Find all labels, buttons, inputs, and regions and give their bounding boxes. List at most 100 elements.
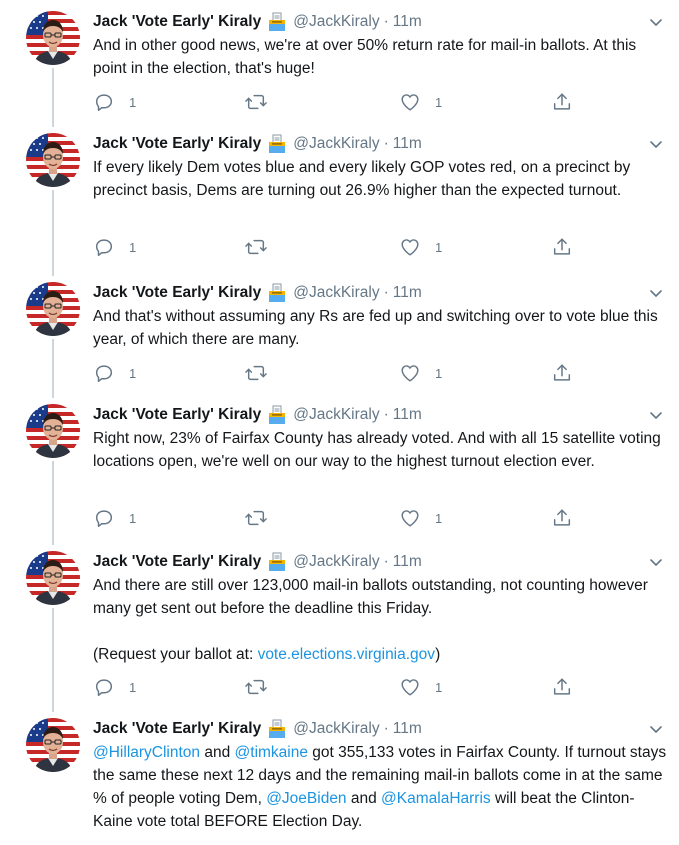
- avatar[interactable]: [26, 133, 80, 187]
- author-handle[interactable]: @JackKiraly: [293, 718, 379, 740]
- author-handle[interactable]: @JackKiraly: [293, 551, 379, 573]
- author-handle[interactable]: @JackKiraly: [293, 404, 379, 426]
- avatar[interactable]: [26, 551, 80, 605]
- like-button[interactable]: 1: [399, 362, 442, 384]
- separator-dot: ·: [383, 13, 389, 30]
- timestamp[interactable]: 11m: [393, 551, 422, 573]
- author-name[interactable]: Jack 'Vote Early' Kiraly: [93, 11, 261, 33]
- share-icon: [553, 364, 571, 381]
- share-button[interactable]: [551, 507, 573, 529]
- timestamp[interactable]: 11m: [393, 11, 422, 33]
- reply-count: 1: [129, 365, 137, 381]
- reply-icon: [95, 679, 113, 696]
- tweet-header: Jack 'Vote Early' Kiraly @JackKiraly · 11m: [93, 404, 422, 426]
- reply-count: 1: [129, 679, 137, 695]
- tweet-actions: 11: [93, 91, 573, 113]
- name-emoji: [267, 12, 287, 32]
- share-button[interactable]: [551, 236, 573, 258]
- name-emoji: [267, 405, 287, 425]
- reply-button[interactable]: 1: [93, 676, 136, 698]
- like-button[interactable]: 1: [399, 676, 442, 698]
- author-name[interactable]: Jack 'Vote Early' Kiraly: [93, 718, 261, 740]
- avatar[interactable]: [26, 404, 80, 458]
- name-emoji: [267, 134, 287, 154]
- mention-link[interactable]: @HillaryClinton: [93, 744, 200, 761]
- share-button[interactable]: [551, 91, 573, 113]
- like-icon: [401, 510, 419, 527]
- like-button[interactable]: 1: [399, 236, 442, 258]
- text-segment: and: [346, 790, 382, 807]
- like-button[interactable]: 1: [399, 91, 442, 113]
- timestamp[interactable]: 11m: [393, 718, 422, 740]
- avatar[interactable]: [26, 282, 80, 336]
- retweet-icon: [245, 679, 267, 695]
- like-button[interactable]: 1: [399, 507, 442, 529]
- separator-dot: ·: [383, 406, 389, 423]
- reply-button[interactable]: 1: [93, 362, 136, 384]
- mention-link[interactable]: @KamalaHarris: [381, 790, 491, 807]
- text-segment: And there are still over 123,000 mail-in…: [93, 577, 648, 617]
- tweet-text: And in other good news, we're at over 50…: [93, 34, 668, 80]
- author-handle[interactable]: @JackKiraly: [293, 282, 379, 304]
- author-name[interactable]: Jack 'Vote Early' Kiraly: [93, 282, 261, 304]
- name-emoji: [267, 283, 287, 303]
- reply-count: 1: [129, 239, 137, 255]
- author-handle[interactable]: @JackKiraly: [293, 11, 379, 33]
- ballot-box-icon: [269, 719, 286, 738]
- avatar[interactable]: [26, 11, 80, 65]
- share-icon: [553, 238, 571, 255]
- more-options-button[interactable]: [646, 134, 666, 154]
- like-count: 1: [435, 239, 443, 255]
- tweet-paragraph: And in other good news, we're at over 50…: [93, 34, 668, 80]
- share-button[interactable]: [551, 362, 573, 384]
- author-handle[interactable]: @JackKiraly: [293, 133, 379, 155]
- ballot-box-icon: [269, 552, 286, 571]
- like-icon: [401, 365, 419, 382]
- mention-link[interactable]: @JoeBiden: [266, 790, 346, 807]
- mention-link[interactable]: @timkaine: [235, 744, 308, 761]
- retweet-button[interactable]: [244, 676, 282, 698]
- timestamp[interactable]: 11m: [393, 404, 422, 426]
- retweet-button[interactable]: [244, 362, 282, 384]
- tweet-header: Jack 'Vote Early' Kiraly @JackKiraly · 11m: [93, 551, 422, 573]
- more-options-button[interactable]: [646, 405, 666, 425]
- reply-button[interactable]: 1: [93, 507, 136, 529]
- text-segment: Right now, 23% of Fairfax County has alr…: [93, 430, 661, 470]
- text-segment: And that's without assuming any Rs are f…: [93, 308, 658, 348]
- name-emoji: [267, 719, 287, 739]
- url-link[interactable]: vote.elections.virginia.gov: [258, 646, 436, 663]
- reply-button[interactable]: 1: [93, 91, 136, 113]
- reply-icon: [95, 365, 113, 382]
- share-button[interactable]: [551, 676, 573, 698]
- reply-count: 1: [129, 94, 137, 110]
- reply-button[interactable]: 1: [93, 236, 136, 258]
- more-options-button[interactable]: [646, 552, 666, 572]
- text-segment: And in other good news, we're at over 50…: [93, 37, 637, 77]
- author-name[interactable]: Jack 'Vote Early' Kiraly: [93, 133, 261, 155]
- like-count: 1: [435, 679, 443, 695]
- retweet-icon: [245, 510, 267, 526]
- author-name[interactable]: Jack 'Vote Early' Kiraly: [93, 404, 261, 426]
- author-name[interactable]: Jack 'Vote Early' Kiraly: [93, 551, 261, 573]
- ballot-box-icon: [269, 283, 286, 302]
- text-segment: (Request your ballot at:: [93, 646, 258, 663]
- tweet-actions: 11: [93, 676, 573, 698]
- more-options-button[interactable]: [646, 12, 666, 32]
- more-options-button[interactable]: [646, 719, 666, 739]
- timestamp[interactable]: 11m: [393, 282, 422, 304]
- retweet-icon: [245, 239, 267, 255]
- thread-connector-line: [52, 461, 54, 545]
- timestamp[interactable]: 11m: [393, 133, 422, 155]
- retweet-button[interactable]: [244, 91, 282, 113]
- retweet-button[interactable]: [244, 236, 282, 258]
- more-options-button[interactable]: [646, 283, 666, 303]
- tweet-text: Right now, 23% of Fairfax County has alr…: [93, 427, 668, 473]
- avatar[interactable]: [26, 718, 80, 772]
- retweet-button[interactable]: [244, 507, 282, 529]
- name-emoji: [267, 552, 287, 572]
- tweet-thread: Jack 'Vote Early' Kiraly @JackKiraly · 11m A…: [0, 0, 679, 845]
- text-segment: ): [435, 646, 441, 663]
- separator-dot: ·: [383, 284, 389, 301]
- tweet-text: And that's without assuming any Rs are f…: [93, 305, 668, 351]
- retweet-icon: [245, 365, 267, 381]
